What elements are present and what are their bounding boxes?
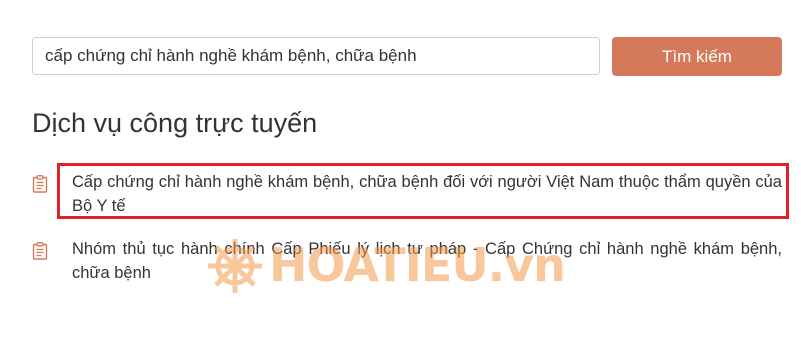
- search-button[interactable]: Tìm kiếm: [612, 37, 782, 76]
- search-input[interactable]: [32, 37, 600, 75]
- result-link[interactable]: Cấp chứng chỉ hành nghề khám bệnh, chữa …: [72, 170, 782, 218]
- document-icon: [32, 242, 48, 260]
- section-title: Dịch vụ công trực tuyến: [32, 108, 318, 138]
- result-link[interactable]: Nhóm thủ tục hành chính Cấp Phiếu lý lịc…: [72, 237, 782, 285]
- document-icon: [32, 175, 48, 193]
